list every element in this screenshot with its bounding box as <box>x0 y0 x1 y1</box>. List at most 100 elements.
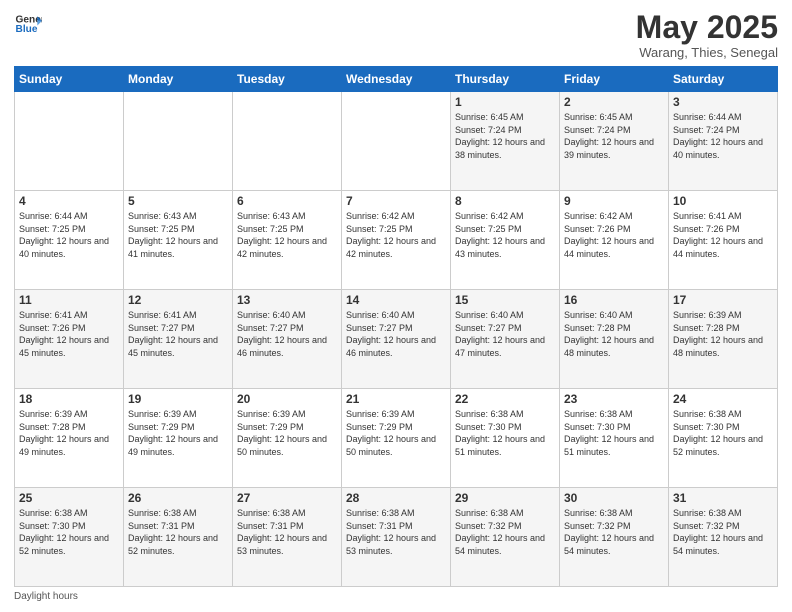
day-number: 6 <box>237 194 337 208</box>
day-info: Sunrise: 6:41 AM Sunset: 7:26 PM Dayligh… <box>673 210 773 260</box>
day-cell: 6 Sunrise: 6:43 AM Sunset: 7:25 PM Daylig… <box>233 191 342 290</box>
day-cell: 3 Sunrise: 6:44 AM Sunset: 7:24 PM Daylig… <box>669 92 778 191</box>
day-info: Sunrise: 6:38 AM Sunset: 7:30 PM Dayligh… <box>564 408 664 458</box>
day-cell <box>15 92 124 191</box>
day-cell: 15 Sunrise: 6:40 AM Sunset: 7:27 PM Dayli… <box>451 290 560 389</box>
col-tuesday: Tuesday <box>233 67 342 92</box>
day-cell: 7Sunrise: 6:42 AM Sunset: 7:25 PM Daylig… <box>342 191 451 290</box>
day-info: Sunrise: 6:39 AM Sunset: 7:29 PM Dayligh… <box>237 408 337 458</box>
day-info: Sunrise: 6:38 AM Sunset: 7:31 PM Dayligh… <box>237 507 337 557</box>
header: General Blue May 2025 Warang, Thies, Sen… <box>14 10 778 60</box>
day-cell: 21 Sunrise: 6:39 AM Sunset: 7:29 PM Dayli… <box>342 389 451 488</box>
title-area: May 2025 Warang, Thies, Senegal <box>636 10 778 60</box>
logo-icon: General Blue <box>14 10 42 38</box>
logo: General Blue <box>14 10 42 38</box>
footer-note: Daylight hours <box>14 591 778 602</box>
day-info: Sunrise: 6:38 AM Sunset: 7:31 PM Dayligh… <box>346 507 446 557</box>
day-number: 19 <box>128 392 228 406</box>
day-info: Sunrise: 6:39 AM Sunset: 7:28 PM Dayligh… <box>19 408 119 458</box>
day-number: 22 <box>455 392 555 406</box>
day-number: 25 <box>19 491 119 505</box>
day-number: 20 <box>237 392 337 406</box>
day-number: 23 <box>564 392 664 406</box>
day-number: 8 <box>455 194 555 208</box>
day-info: Sunrise: 6:39 AM Sunset: 7:29 PM Dayligh… <box>128 408 228 458</box>
day-number: 27 <box>237 491 337 505</box>
day-cell: 9Sunrise: 6:42 AM Sunset: 7:26 PM Daylig… <box>560 191 669 290</box>
day-cell: 2 Sunrise: 6:45 AM Sunset: 7:24 PM Daylig… <box>560 92 669 191</box>
day-cell: 11 Sunrise: 6:41 AM Sunset: 7:26 PM Dayli… <box>15 290 124 389</box>
day-number: 28 <box>346 491 446 505</box>
day-info: Sunrise: 6:39 AM Sunset: 7:29 PM Dayligh… <box>346 408 446 458</box>
day-number: 4 <box>19 194 119 208</box>
day-cell: 17Sunrise: 6:39 AM Sunset: 7:28 PM Dayli… <box>669 290 778 389</box>
col-thursday: Thursday <box>451 67 560 92</box>
day-number: 12 <box>128 293 228 307</box>
day-cell: 27 Sunrise: 6:38 AM Sunset: 7:31 PM Dayli… <box>233 488 342 587</box>
day-cell: 28 Sunrise: 6:38 AM Sunset: 7:31 PM Dayli… <box>342 488 451 587</box>
day-info: Sunrise: 6:41 AM Sunset: 7:26 PM Dayligh… <box>19 309 119 359</box>
day-cell: 4 Sunrise: 6:44 AM Sunset: 7:25 PM Daylig… <box>15 191 124 290</box>
day-number: 1 <box>455 95 555 109</box>
week-row-4: 18Sunrise: 6:39 AM Sunset: 7:28 PM Dayli… <box>15 389 778 488</box>
header-row: Sunday Monday Tuesday Wednesday Thursday… <box>15 67 778 92</box>
day-number: 2 <box>564 95 664 109</box>
day-number: 30 <box>564 491 664 505</box>
day-number: 7 <box>346 194 446 208</box>
day-info: Sunrise: 6:43 AM Sunset: 7:25 PM Dayligh… <box>237 210 337 260</box>
day-number: 24 <box>673 392 773 406</box>
week-row-2: 4 Sunrise: 6:44 AM Sunset: 7:25 PM Daylig… <box>15 191 778 290</box>
day-number: 3 <box>673 95 773 109</box>
day-info: Sunrise: 6:38 AM Sunset: 7:32 PM Dayligh… <box>673 507 773 557</box>
day-cell: 25 Sunrise: 6:38 AM Sunset: 7:30 PM Dayli… <box>15 488 124 587</box>
day-cell: 20 Sunrise: 6:39 AM Sunset: 7:29 PM Dayli… <box>233 389 342 488</box>
day-number: 15 <box>455 293 555 307</box>
day-number: 26 <box>128 491 228 505</box>
page: General Blue May 2025 Warang, Thies, Sen… <box>0 0 792 612</box>
day-cell: 24 Sunrise: 6:38 AM Sunset: 7:30 PM Dayli… <box>669 389 778 488</box>
day-number: 21 <box>346 392 446 406</box>
day-info: Sunrise: 6:45 AM Sunset: 7:24 PM Dayligh… <box>564 111 664 161</box>
day-info: Sunrise: 6:40 AM Sunset: 7:27 PM Dayligh… <box>455 309 555 359</box>
day-info: Sunrise: 6:38 AM Sunset: 7:30 PM Dayligh… <box>673 408 773 458</box>
day-cell: 29Sunrise: 6:38 AM Sunset: 7:32 PM Dayli… <box>451 488 560 587</box>
day-info: Sunrise: 6:40 AM Sunset: 7:27 PM Dayligh… <box>346 309 446 359</box>
day-cell: 23 Sunrise: 6:38 AM Sunset: 7:30 PM Dayli… <box>560 389 669 488</box>
day-info: Sunrise: 6:44 AM Sunset: 7:24 PM Dayligh… <box>673 111 773 161</box>
day-number: 5 <box>128 194 228 208</box>
location: Warang, Thies, Senegal <box>636 45 778 60</box>
day-info: Sunrise: 6:38 AM Sunset: 7:30 PM Dayligh… <box>455 408 555 458</box>
day-cell <box>233 92 342 191</box>
day-cell: 10Sunrise: 6:41 AM Sunset: 7:26 PM Dayli… <box>669 191 778 290</box>
col-monday: Monday <box>124 67 233 92</box>
col-friday: Friday <box>560 67 669 92</box>
day-info: Sunrise: 6:40 AM Sunset: 7:27 PM Dayligh… <box>237 309 337 359</box>
day-cell: 31Sunrise: 6:38 AM Sunset: 7:32 PM Dayli… <box>669 488 778 587</box>
day-cell <box>124 92 233 191</box>
day-cell <box>342 92 451 191</box>
footer-note-text: Daylight hours <box>14 591 78 602</box>
day-info: Sunrise: 6:43 AM Sunset: 7:25 PM Dayligh… <box>128 210 228 260</box>
day-info: Sunrise: 6:45 AM Sunset: 7:24 PM Dayligh… <box>455 111 555 161</box>
day-cell: 5 Sunrise: 6:43 AM Sunset: 7:25 PM Daylig… <box>124 191 233 290</box>
calendar-table: Sunday Monday Tuesday Wednesday Thursday… <box>14 66 778 587</box>
day-info: Sunrise: 6:38 AM Sunset: 7:30 PM Dayligh… <box>19 507 119 557</box>
day-cell: 13Sunrise: 6:40 AM Sunset: 7:27 PM Dayli… <box>233 290 342 389</box>
day-info: Sunrise: 6:42 AM Sunset: 7:25 PM Dayligh… <box>455 210 555 260</box>
day-number: 11 <box>19 293 119 307</box>
day-cell: 14Sunrise: 6:40 AM Sunset: 7:27 PM Dayli… <box>342 290 451 389</box>
day-cell: 18Sunrise: 6:39 AM Sunset: 7:28 PM Dayli… <box>15 389 124 488</box>
col-saturday: Saturday <box>669 67 778 92</box>
day-cell: 22 Sunrise: 6:38 AM Sunset: 7:30 PM Dayli… <box>451 389 560 488</box>
day-info: Sunrise: 6:40 AM Sunset: 7:28 PM Dayligh… <box>564 309 664 359</box>
day-cell: 30Sunrise: 6:38 AM Sunset: 7:32 PM Dayli… <box>560 488 669 587</box>
day-number: 16 <box>564 293 664 307</box>
day-info: Sunrise: 6:44 AM Sunset: 7:25 PM Dayligh… <box>19 210 119 260</box>
svg-text:Blue: Blue <box>16 24 38 35</box>
day-info: Sunrise: 6:38 AM Sunset: 7:31 PM Dayligh… <box>128 507 228 557</box>
month-title: May 2025 <box>636 10 778 45</box>
week-row-1: 1 Sunrise: 6:45 AM Sunset: 7:24 PM Daylig… <box>15 92 778 191</box>
day-info: Sunrise: 6:42 AM Sunset: 7:26 PM Dayligh… <box>564 210 664 260</box>
col-sunday: Sunday <box>15 67 124 92</box>
day-cell: 12Sunrise: 6:41 AM Sunset: 7:27 PM Dayli… <box>124 290 233 389</box>
